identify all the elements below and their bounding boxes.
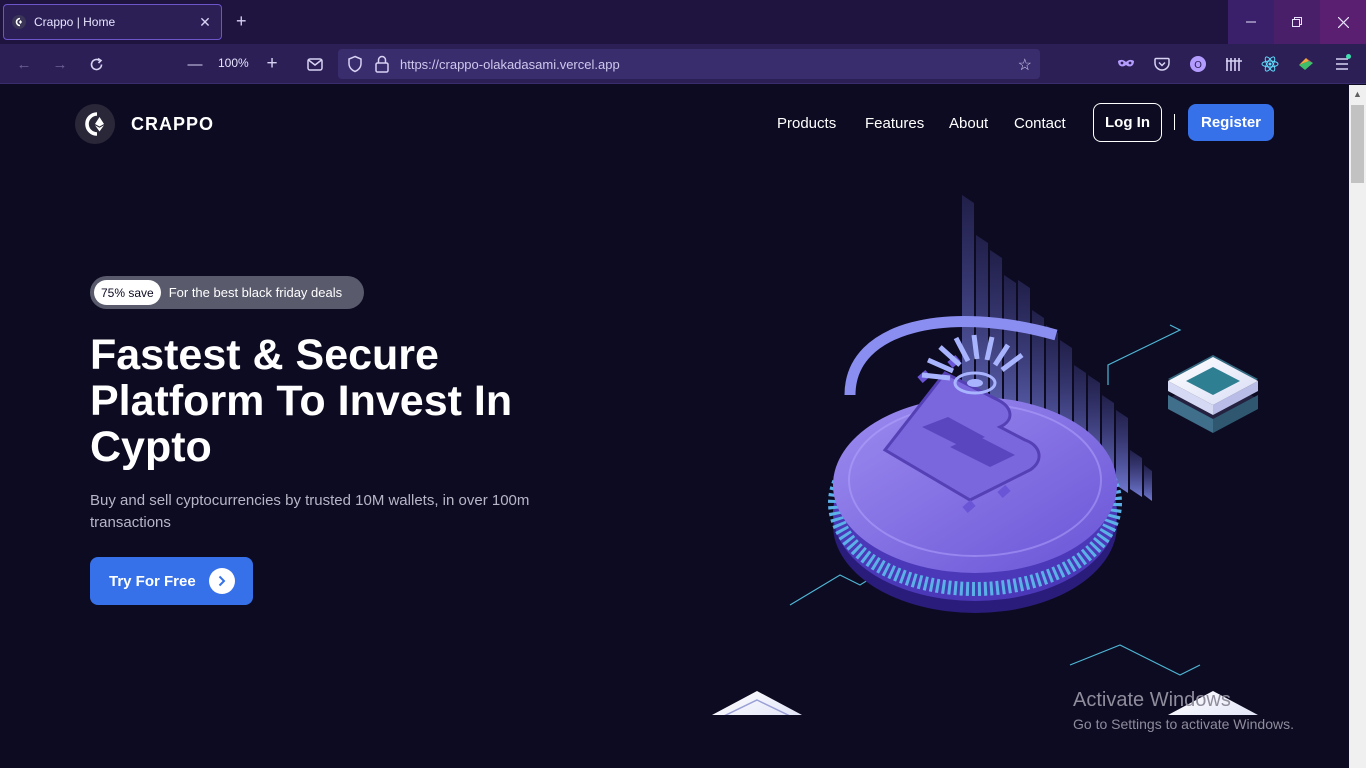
web-page: CRAPPO Products Features About Contact L… <box>0 85 1349 768</box>
colorful-extension-icon[interactable] <box>1296 54 1316 74</box>
bitcoin-platform-illustration <box>712 195 1258 715</box>
bookmark-star-icon[interactable]: ☆ <box>1018 55 1032 75</box>
svg-text:O: O <box>1194 60 1202 71</box>
nav-features[interactable]: Features <box>865 115 924 132</box>
watermark-subtitle: Go to Settings to activate Windows. <box>1073 716 1294 732</box>
hero-subtext: Buy and sell cyptocurrencies by trusted … <box>90 492 530 531</box>
tab-title: Crappo | Home <box>34 15 116 29</box>
page-scrollbar[interactable]: ▲ <box>1349 85 1366 768</box>
reload-icon[interactable] <box>86 54 106 74</box>
scroll-up-icon[interactable]: ▲ <box>1349 85 1366 102</box>
try-for-free-label: Try For Free <box>109 572 196 590</box>
login-button[interactable]: Log In <box>1093 103 1162 142</box>
windows-activation-watermark: Activate Windows Go to Settings to activ… <box>1073 689 1294 732</box>
app-menu-icon[interactable] <box>1332 54 1352 74</box>
nav-products[interactable]: Products <box>777 115 836 132</box>
nav-about[interactable]: About <box>949 115 988 132</box>
watermark-title: Activate Windows <box>1073 689 1231 711</box>
hero-headline-line-2: Platform To Invest In <box>90 377 513 425</box>
react-devtools-icon[interactable] <box>1260 54 1280 74</box>
scrollbar-thumb[interactable] <box>1351 105 1364 183</box>
window-minimize-button[interactable] <box>1228 0 1274 44</box>
url-text[interactable]: https://crappo-olakadasami.vercel.app <box>400 57 620 72</box>
update-dot-icon <box>1346 54 1351 59</box>
register-button[interactable]: Register <box>1188 104 1274 141</box>
window-close-button[interactable] <box>1320 0 1366 44</box>
brand-name: CRAPPO <box>131 113 215 134</box>
site-favicon-icon <box>12 15 26 29</box>
forward-icon[interactable]: → <box>50 54 70 74</box>
private-mask-icon[interactable] <box>1116 54 1136 74</box>
new-tab-icon[interactable]: + <box>236 12 247 30</box>
promo-badge: 75% save For the best black friday deals <box>90 276 364 309</box>
pocket-icon[interactable] <box>1152 54 1172 74</box>
extension-o-icon[interactable]: O <box>1188 54 1208 74</box>
crypto-box-bottom-left <box>712 691 802 715</box>
address-bar[interactable]: https://crappo-olakadasami.vercel.app ☆ <box>338 49 1040 79</box>
lock-icon[interactable] <box>374 55 390 73</box>
hero-headline-line-1: Fastest & Secure <box>90 331 439 379</box>
tracking-shield-icon[interactable] <box>346 55 364 73</box>
crappo-logo-icon <box>75 104 115 144</box>
zoom-out-icon[interactable]: — <box>185 54 205 74</box>
try-for-free-button[interactable]: Try For Free <box>90 557 253 605</box>
promo-pill: 75% save <box>94 280 161 305</box>
zoom-level[interactable]: 100% <box>218 56 249 70</box>
promo-text: For the best black friday deals <box>168 285 343 300</box>
tab-close-icon[interactable]: ✕ <box>197 14 213 31</box>
hero-headline: Fastest & Secure Platform To Invest In C… <box>90 332 590 470</box>
nav-contact[interactable]: Contact <box>1014 115 1066 132</box>
crypto-box-top-right <box>1168 355 1258 433</box>
nav-divider <box>1174 114 1175 130</box>
browser-tab[interactable]: Crappo | Home ✕ <box>3 4 222 40</box>
library-icon[interactable] <box>1224 54 1244 74</box>
zoom-in-icon[interactable]: + <box>262 53 282 74</box>
mail-icon[interactable] <box>305 54 325 74</box>
site-logo[interactable]: CRAPPO <box>75 104 214 144</box>
browser-tabbar: Crappo | Home ✕ + <box>0 0 1366 44</box>
browser-navbar: ← → — 100% + https://crappo-olakadasami.… <box>0 44 1366 84</box>
window-restore-button[interactable] <box>1274 0 1320 44</box>
hero-headline-line-3: Cypto <box>90 423 212 471</box>
back-icon[interactable]: ← <box>14 54 34 74</box>
chevron-right-icon <box>209 568 235 594</box>
